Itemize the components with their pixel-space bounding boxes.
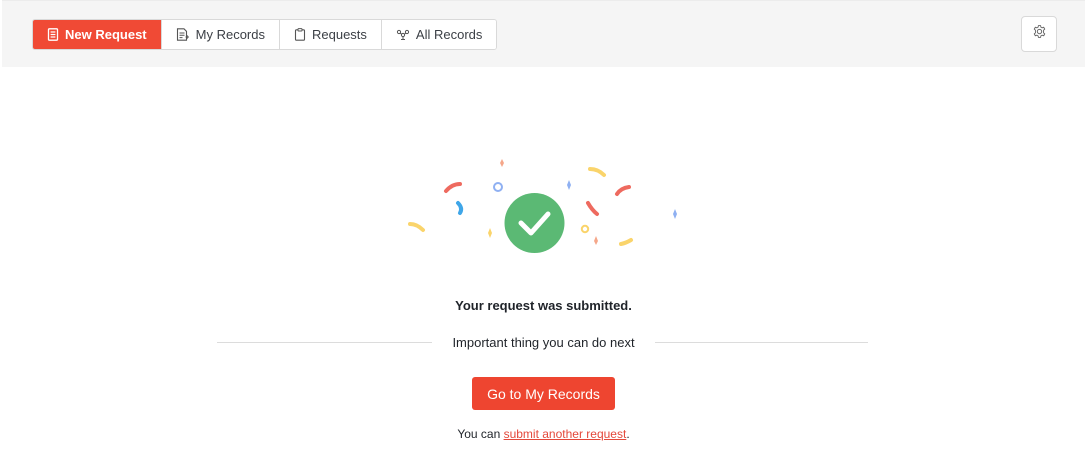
next-step-label: Important thing you can do next — [452, 335, 635, 350]
tab-requests[interactable]: Requests — [280, 20, 382, 49]
confetti-decoration — [408, 159, 677, 253]
tab-label: All Records — [415, 27, 483, 42]
tab-label: Requests — [312, 27, 367, 42]
clipboard-icon — [294, 28, 306, 41]
tab-all-records[interactable]: All Records — [381, 20, 497, 49]
check-circle-icon — [504, 193, 565, 253]
records-icon — [176, 28, 190, 41]
form-icon — [47, 28, 59, 41]
view-tabs: New Request My Records Requests All Reco… — [32, 19, 498, 50]
top-toolbar: New Request My Records Requests All Reco… — [2, 0, 1085, 67]
tab-new-request[interactable]: New Request — [33, 20, 162, 49]
go-to-my-records-button[interactable]: Go to My Records — [472, 377, 615, 410]
submit-another-footnote: You can submit another request. — [0, 427, 1087, 441]
org-chart-icon — [396, 29, 410, 41]
settings-button[interactable] — [1021, 16, 1057, 52]
footnote-prefix: You can — [457, 427, 504, 441]
success-title: Your request was submitted. — [455, 298, 632, 313]
divider-line-right — [655, 342, 868, 343]
submit-another-request-link[interactable]: submit another request — [504, 427, 627, 441]
gear-icon — [1032, 24, 1047, 44]
tab-my-records[interactable]: My Records — [161, 20, 280, 49]
tab-label: My Records — [195, 27, 265, 42]
tab-label: New Request — [65, 27, 147, 42]
footnote-suffix: . — [626, 427, 630, 441]
